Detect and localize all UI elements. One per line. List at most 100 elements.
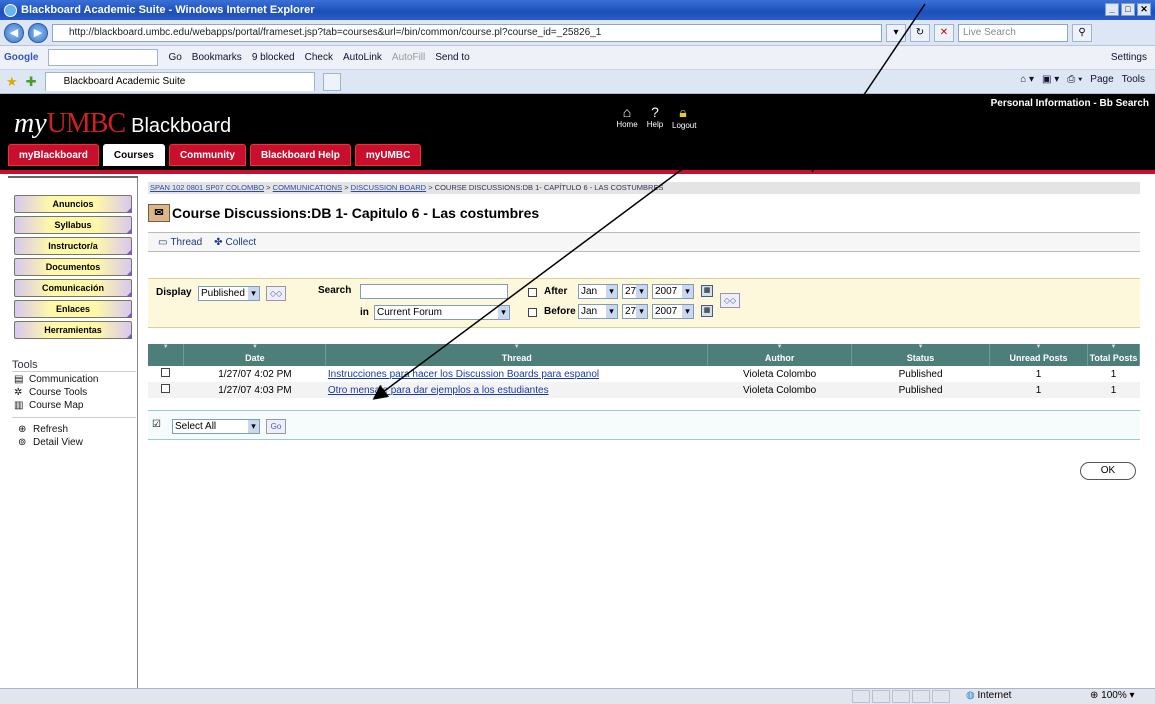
row-checkbox-cell bbox=[148, 382, 184, 398]
browser-tab[interactable]: Blackboard Academic Suite bbox=[44, 72, 315, 91]
refresh-link[interactable]: ⊕ Refresh bbox=[18, 423, 136, 435]
browser-tab-bar: ★ ✚ Blackboard Academic Suite bbox=[0, 70, 1155, 94]
row-date: 1/27/07 4:03 PM bbox=[183, 382, 326, 398]
myumbc-logo[interactable]: myUMBC Blackboard bbox=[14, 108, 231, 140]
favorites-star-icon[interactable]: ★ bbox=[6, 74, 18, 90]
tab-myblackboard[interactable]: myBlackboard bbox=[8, 144, 99, 166]
after-label: After bbox=[544, 286, 568, 297]
row-checkbox[interactable] bbox=[161, 368, 171, 377]
tab-courses[interactable]: Courses bbox=[102, 144, 165, 166]
before-day-select[interactable]: 27 bbox=[622, 304, 648, 319]
home-page-icon[interactable]: ⌂ ▾ bbox=[1020, 74, 1034, 85]
thread-link[interactable]: Otro mensaje para dar ejemplos a los est… bbox=[328, 385, 549, 396]
url-dropdown-button[interactable]: ▾ bbox=[886, 23, 906, 42]
url-field[interactable]: http://blackboard.umbc.edu/webapps/porta… bbox=[52, 23, 882, 42]
collect-button[interactable]: ✤ Collect bbox=[214, 237, 256, 248]
back-button[interactable]: ◀ bbox=[4, 22, 24, 43]
row-date: 1/27/07 4:02 PM bbox=[218, 368, 292, 380]
print-icon[interactable]: ⎙ ▾ bbox=[1067, 74, 1082, 85]
popups-blocked[interactable]: 9 blocked bbox=[252, 52, 295, 63]
tab-myumbc[interactable]: myUMBC bbox=[354, 144, 422, 166]
before-year-select[interactable]: 2007 bbox=[652, 304, 694, 319]
after-day-select[interactable]: 27 bbox=[622, 284, 648, 299]
refresh-icon[interactable]: ↻ bbox=[910, 23, 930, 42]
spell-check-button[interactable]: Check bbox=[305, 52, 333, 63]
col-status[interactable]: Status bbox=[851, 344, 991, 366]
tools-menu[interactable]: Tools bbox=[1122, 74, 1145, 85]
forum-select[interactable]: Current Forum bbox=[374, 305, 510, 320]
header-divider bbox=[0, 170, 1155, 174]
thread-link[interactable]: Instrucciones para hacer los Discussion … bbox=[328, 369, 599, 380]
row-author: Violeta Colombo bbox=[743, 368, 817, 380]
thread-button[interactable]: ▭ Thread bbox=[158, 237, 202, 248]
detail-view-link[interactable]: ⊚ Detail View bbox=[18, 436, 136, 448]
maximize-button[interactable]: □ bbox=[1121, 3, 1135, 16]
live-search-input[interactable]: Live Search bbox=[958, 23, 1068, 42]
autofill-button[interactable]: AutoFill bbox=[392, 52, 425, 63]
search-icon[interactable]: ⚲ bbox=[1072, 23, 1092, 42]
search-input[interactable] bbox=[360, 284, 508, 299]
before-calendar-icon[interactable]: ▦ bbox=[701, 305, 713, 317]
settings-button[interactable]: Settings bbox=[1111, 52, 1147, 63]
page-menu[interactable]: Page bbox=[1090, 74, 1113, 85]
stop-icon[interactable]: ✕ bbox=[934, 23, 954, 42]
tab-community[interactable]: Community bbox=[168, 144, 246, 166]
ok-button[interactable]: OK bbox=[1080, 462, 1136, 480]
col-unread-posts[interactable]: Unread Posts bbox=[989, 344, 1088, 366]
course-button-instructor[interactable]: Instructor/a bbox=[14, 237, 132, 255]
course-button-herramientas[interactable]: Herramientas bbox=[14, 321, 132, 339]
personal-info-links[interactable]: Personal Information - Bb Search bbox=[991, 98, 1149, 109]
bookmarks-button[interactable]: Bookmarks bbox=[192, 52, 242, 63]
course-map-icon: ▥ bbox=[14, 399, 24, 411]
forward-button[interactable]: ▶ bbox=[28, 22, 48, 43]
minimize-button[interactable]: _ bbox=[1105, 3, 1119, 16]
display-label: Display bbox=[156, 287, 192, 298]
course-button-enlaces[interactable]: Enlaces bbox=[14, 300, 132, 318]
tool-course-map[interactable]: ▥ Course Map bbox=[14, 399, 137, 411]
col-date[interactable]: Date bbox=[183, 344, 327, 366]
send-to-button[interactable]: Send to bbox=[435, 52, 469, 63]
course-button-anuncios[interactable]: Anuncios bbox=[14, 195, 132, 213]
autolink-button[interactable]: AutoLink bbox=[343, 52, 382, 63]
after-year-select[interactable]: 2007 bbox=[652, 284, 694, 299]
col-author[interactable]: Author bbox=[707, 344, 853, 366]
tools-heading: Tools bbox=[12, 359, 136, 372]
col-total-posts[interactable]: Total Posts bbox=[1087, 344, 1141, 366]
breadcrumb-communications[interactable]: COMMUNICATIONS bbox=[273, 183, 342, 192]
before-month-select[interactable]: Jan bbox=[578, 304, 618, 319]
tool-communication[interactable]: ▤ Communication bbox=[14, 373, 137, 385]
breadcrumb-discussion-board[interactable]: DISCUSSION BOARD bbox=[351, 183, 426, 192]
table-header-row: Date Thread Author Status Unread Posts T… bbox=[148, 344, 1141, 366]
logout-icon[interactable]: 🔒︎ Logout bbox=[672, 104, 696, 130]
bulk-go-button[interactable]: Go bbox=[266, 419, 286, 434]
add-favorites-icon[interactable]: ✚ bbox=[26, 74, 37, 90]
after-month-select[interactable]: Jan bbox=[578, 284, 618, 299]
row-unread: 1 bbox=[989, 382, 1088, 398]
close-window-button[interactable]: ✕ bbox=[1137, 3, 1151, 16]
row-thread-cell: Otro mensaje para dar ejemplos a los est… bbox=[325, 382, 708, 398]
course-button-documentos[interactable]: Documentos bbox=[14, 258, 132, 276]
date-go-button[interactable]: ◇◇ bbox=[720, 293, 740, 308]
new-tab-button[interactable] bbox=[322, 72, 341, 91]
feeds-icon[interactable]: ▣ ▾ bbox=[1042, 74, 1059, 85]
after-checkbox[interactable] bbox=[528, 288, 537, 297]
security-zone[interactable]: ◍ Internet bbox=[966, 690, 1011, 701]
display-select[interactable]: Published bbox=[198, 286, 260, 301]
help-icon[interactable]: ? Help bbox=[644, 104, 666, 130]
home-icon[interactable]: ⌂ Home bbox=[616, 104, 638, 130]
tab-blackboard-help[interactable]: Blackboard Help bbox=[249, 144, 351, 166]
col-thread[interactable]: Thread bbox=[325, 344, 709, 366]
google-search-input[interactable] bbox=[48, 49, 159, 66]
display-go-button[interactable]: ◇◇ bbox=[266, 286, 286, 301]
google-go-button[interactable]: Go bbox=[168, 52, 181, 63]
tool-course-tools[interactable]: ✲ Course Tools bbox=[14, 386, 137, 398]
course-button-comunicacion[interactable]: Comunicación bbox=[14, 279, 132, 297]
select-all-dropdown[interactable]: Select All bbox=[172, 419, 260, 434]
after-calendar-icon[interactable]: ▦ bbox=[701, 285, 713, 297]
zoom-level[interactable]: ⊕ 100% ▾ bbox=[1090, 690, 1135, 701]
course-button-syllabus[interactable]: Syllabus bbox=[14, 216, 132, 234]
row-author: Violeta Colombo bbox=[707, 382, 852, 398]
before-checkbox[interactable] bbox=[528, 308, 537, 317]
row-checkbox[interactable] bbox=[161, 384, 171, 393]
breadcrumb-course[interactable]: SPAN 102 0801 SP07 COLOMBO bbox=[150, 183, 264, 192]
